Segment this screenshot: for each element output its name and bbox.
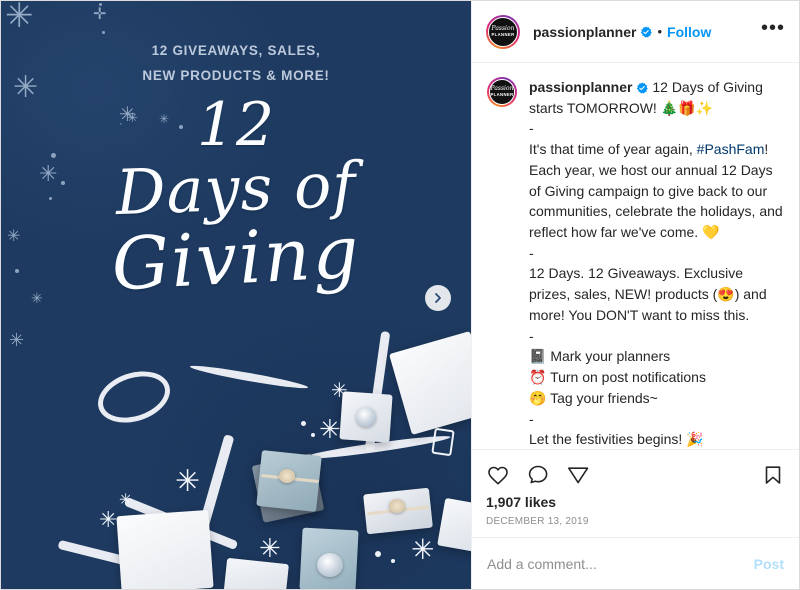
snowflake-icon: ✳ [319, 414, 341, 444]
verified-badge-icon [641, 25, 653, 38]
post-media[interactable]: ✳ ✛ ✳ ✳ ✳ ✳ ✳ ✳ · ✳ ✳ 12 GIVEAWAYS, SALE… [1, 1, 471, 589]
post-date: DECEMBER 13, 2019 [486, 516, 589, 527]
gift-bow [279, 469, 295, 483]
caption-paragraph-3: Let the festivities begins! 🎉 [529, 431, 704, 448]
verified-badge-icon [637, 82, 649, 94]
caption-dash: - [529, 120, 534, 137]
caption-bullet-1: 📓 Mark your planners [529, 348, 671, 365]
snowflake-icon: ✳ [175, 465, 201, 498]
snow-dot [99, 3, 102, 6]
snow-dot [311, 433, 315, 437]
caption-dash: - [529, 410, 534, 427]
caption-dash: - [529, 244, 534, 261]
caption-p1-pre: It's that time of year again, [529, 141, 697, 158]
snowflake-icon: ✳ [99, 507, 118, 532]
gift-bow [317, 553, 343, 577]
post-sidebar: Passion PLANNER passionplanner • Follow … [471, 1, 799, 589]
media-headline: 12 GIVEAWAYS, SALES, NEW PRODUCTS & MORE… [1, 39, 471, 89]
caption-row: Passion PLANNER passionplanner 12 Days o… [487, 77, 784, 449]
caption-paragraph-2: 12 Days. 12 Giveaways. Exclusive prizes,… [529, 265, 767, 323]
snow-dot [391, 559, 395, 563]
caption-dash: - [529, 327, 534, 344]
snow-dot [102, 31, 105, 34]
script-line-1: 12 [196, 90, 276, 160]
caption-bullet-2: ⏰ Turn on post notifications [529, 369, 706, 386]
snow-dot [375, 551, 381, 557]
post-actions: 1,907 likes DECEMBER 13, 2019 [472, 449, 799, 537]
post-comment-button[interactable]: Post [744, 556, 784, 572]
snow-dot [301, 421, 306, 426]
gift-box [223, 557, 289, 589]
avatar-image: Passion PLANNER [488, 16, 518, 47]
snowflake-icon: ✳ [5, 1, 34, 35]
likes-count[interactable]: 1,907 likes [486, 492, 785, 510]
hashtag-pashfam[interactable]: #PashFam [697, 141, 765, 157]
heart-icon[interactable] [486, 463, 510, 487]
gift-bow [356, 407, 376, 427]
instagram-post: ✳ ✛ ✳ ✳ ✳ ✳ ✳ ✳ · ✳ ✳ 12 GIVEAWAYS, SALE… [0, 0, 800, 590]
snowflake-icon: ✳ [9, 330, 25, 350]
caption-text: passionplanner 12 Days of Giving starts … [529, 77, 784, 449]
bookmark-icon[interactable] [761, 463, 785, 487]
header-username[interactable]: passionplanner [533, 24, 636, 40]
media-script-lettering: 12 Days of Giving [1, 90, 471, 306]
caption-avatar[interactable]: Passion PLANNER [487, 77, 517, 107]
caption-bullet-3: 🤭 Tag your friends~ [529, 389, 658, 406]
caption-username[interactable]: passionplanner [529, 79, 632, 95]
avatar-logo-line-2: PLANNER [490, 92, 514, 98]
avatar-logo-line-2: PLANNER [491, 31, 515, 37]
post-header: Passion PLANNER passionplanner • Follow … [472, 1, 799, 63]
caption-avatar-image: Passion PLANNER [489, 79, 515, 105]
follow-button[interactable]: Follow [667, 24, 711, 40]
snowflake-icon: ✳ [411, 534, 435, 565]
header-separator: • [657, 24, 663, 39]
headline-line-2: NEW PRODUCTS & MORE! [142, 67, 330, 83]
caption-paragraph-1: It's that time of year again, #PashFam! … [529, 139, 784, 243]
chevron-right-icon [435, 293, 441, 303]
comment-bar: Post [472, 537, 799, 589]
gift-bow [389, 499, 405, 513]
gift-tag [431, 427, 455, 457]
snowflake-icon: ✳ [259, 533, 281, 563]
caption-container[interactable]: Passion PLANNER passionplanner 12 Days o… [472, 63, 799, 449]
comment-bubble-icon[interactable] [526, 463, 550, 487]
comment-input[interactable] [487, 555, 744, 572]
share-paper-plane-icon[interactable] [566, 463, 590, 487]
snowflake-icon: ✛ [93, 6, 107, 23]
gift-box [116, 509, 214, 589]
carousel-next-button[interactable] [425, 285, 451, 311]
avatar[interactable]: Passion PLANNER [486, 14, 520, 49]
headline-line-1: 12 GIVEAWAYS, SALES, [151, 43, 321, 58]
action-icon-row [486, 458, 785, 492]
more-options-button[interactable]: ••• [761, 18, 785, 38]
